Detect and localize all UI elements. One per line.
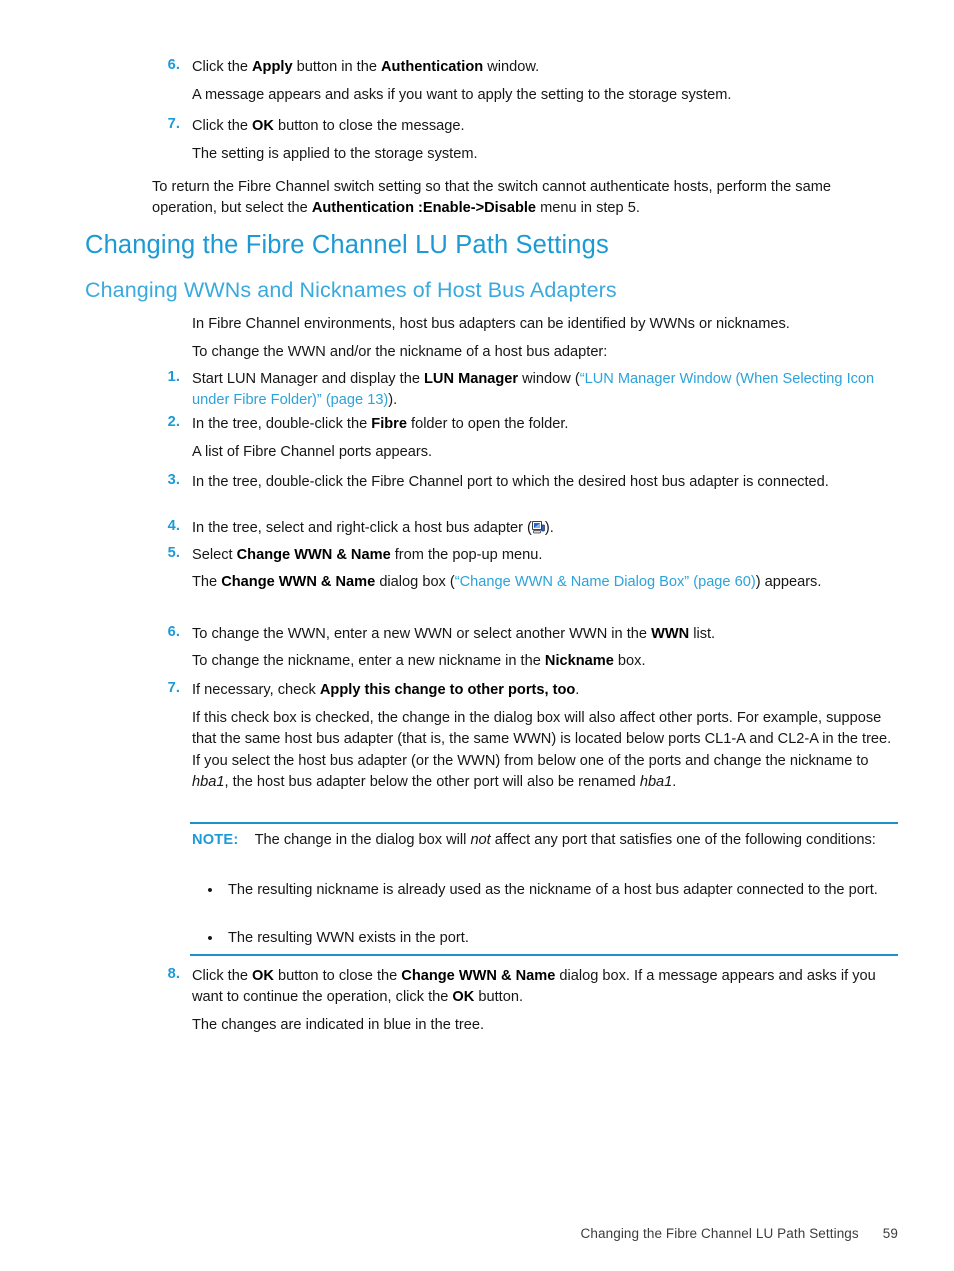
step5-bold-change-wwn-name: Change WWN & Name xyxy=(236,547,391,563)
step7-italic-hba1-second: hba1 xyxy=(639,773,673,790)
list-item-7-top: Click the OK button to close the message… xyxy=(192,116,898,137)
step7-para-b: , the host bus adapter below the other p… xyxy=(224,773,640,790)
step7-result-text: The setting is applied to the storage sy… xyxy=(192,146,478,162)
step5-result-bold: Change WWN & Name xyxy=(221,574,376,590)
step7-para-c: . xyxy=(672,773,677,790)
step8-mid1: button to close the xyxy=(273,968,402,984)
list-number-1: 1. xyxy=(167,369,180,385)
step6-text-part3: window. xyxy=(483,59,540,75)
note-label: NOTE: xyxy=(192,832,239,848)
bullet-icon: • xyxy=(207,882,213,899)
step6-text-part2: button in the xyxy=(292,59,382,75)
step1-post: ). xyxy=(388,392,398,409)
step7b-bold-apply-change: Apply this change to other ports, too xyxy=(319,682,576,698)
lead-paragraph-2: To change the WWN and/or the nickname of… xyxy=(192,344,608,360)
intro-part2: menu in step 5. xyxy=(536,200,640,217)
cross-reference-link-change-wwn-name-dialog[interactable]: “Change WWN & Name Dialog Box” (page 60) xyxy=(455,574,756,590)
note-bullet-text-1: The resulting nickname is already used a… xyxy=(228,882,878,898)
list-number-2: 2. xyxy=(167,414,180,430)
step5-result-post: ) appears. xyxy=(755,574,822,590)
list-item: • The resulting nickname is already used… xyxy=(192,880,898,901)
step6-result-text: A message appears and asks if you want t… xyxy=(192,87,732,103)
step4-pre: In the tree, select and right-click a ho… xyxy=(192,520,532,536)
list-item-2: In the tree, double-click the Fibre fold… xyxy=(192,414,898,435)
list-item-6-top: Click the Apply button in the Authentica… xyxy=(192,57,898,78)
footer-chapter-title: Changing the Fibre Channel LU Path Setti… xyxy=(580,1226,859,1241)
list-item-8: Click the OK button to close the Change … xyxy=(192,966,898,1009)
list-number-4: 4. xyxy=(167,518,180,534)
note-bottom-rule xyxy=(190,954,898,956)
list-item-3: In the tree, double-click the Fibre Chan… xyxy=(192,474,829,490)
step7b-pre: If necessary, check xyxy=(192,682,320,698)
step6-text-part1: Click the xyxy=(192,59,253,75)
step4-post: ). xyxy=(544,520,554,536)
lead-paragraph-1: In Fibre Channel environments, host bus … xyxy=(192,316,790,332)
page-heading-2: Changing WWNs and Nicknames of Host Bus … xyxy=(85,278,617,302)
list-item: • The resulting WWN exists in the port. xyxy=(192,928,898,949)
document-page: 6. Click the Apply button in the Authent… xyxy=(0,0,954,1271)
list-item-4: In the tree, select and right-click a ho… xyxy=(192,518,898,539)
list-item-7: If necessary, check Apply this change to… xyxy=(192,680,898,701)
list-number-6: 6. xyxy=(167,624,180,640)
bullet-icon: • xyxy=(207,930,213,947)
step8-pre: Click the xyxy=(192,968,253,984)
step1-pre: Start LUN Manager and display the xyxy=(192,371,425,387)
step7-para-a: If this check box is checked, the change… xyxy=(192,710,892,769)
step6b-bold-nickname: Nickname xyxy=(544,653,614,669)
step6b-result-pre: To change the nickname, enter a new nick… xyxy=(192,653,545,669)
page-heading-1: Changing the Fibre Channel LU Path Setti… xyxy=(85,231,609,259)
list-item-1: Start LUN Manager and display the LUN Ma… xyxy=(192,369,898,412)
step6-result: To change the nickname, enter a new nick… xyxy=(192,651,898,672)
step8-bold-change-wwn-name: Change WWN & Name xyxy=(401,968,556,984)
step7b-post: . xyxy=(575,682,580,698)
list-number-5: 5. xyxy=(167,545,180,561)
step5-result: The Change WWN & Name dialog box (“Chang… xyxy=(192,572,898,593)
step1-mid: window ( xyxy=(518,371,580,387)
step6-bold-apply: Apply xyxy=(252,59,293,75)
note-bullet-text-2: The resulting WWN exists in the port. xyxy=(228,930,469,946)
step8-bold-ok-second: OK xyxy=(452,989,475,1006)
note-italic-not: not xyxy=(470,832,491,848)
note-body-post: affect any port that satisfies one of th… xyxy=(490,832,876,848)
step1-bold-lun-manager: LUN Manager xyxy=(424,371,519,387)
list-number-7: 7. xyxy=(167,680,180,696)
step5-result-mid: dialog box ( xyxy=(375,574,455,590)
list-number-6-top: 6. xyxy=(167,57,180,73)
list-number-8: 8. xyxy=(167,966,180,982)
note-top-rule xyxy=(190,822,898,824)
step6b-result-post: box. xyxy=(613,653,646,669)
note-body: NOTE: The change in the dialog box will … xyxy=(192,830,898,851)
step7-italic-hba1-first: hba1 xyxy=(192,773,225,790)
step8-result-text: The changes are indicated in blue in the… xyxy=(192,1017,485,1033)
footer-page-number: 59 xyxy=(882,1226,898,1241)
step6b-post: list. xyxy=(689,626,716,642)
step2-pre: In the tree, double-click the xyxy=(192,416,372,432)
list-number-7-top: 7. xyxy=(167,116,180,132)
step2-bold-fibre: Fibre xyxy=(371,416,407,432)
step7-bold-ok: OK xyxy=(252,118,274,134)
note-body-pre: The change in the dialog box will xyxy=(254,832,471,848)
step8-post: button. xyxy=(474,989,523,1006)
step7-text-part2: button to close the message. xyxy=(273,118,465,134)
step6b-bold-wwn: WWN xyxy=(651,626,690,642)
step6b-pre: To change the WWN, enter a new WWN or se… xyxy=(192,626,652,642)
intro-bold-menu: Authentication :Enable->Disable xyxy=(311,200,537,217)
step2-result-text: A list of Fibre Channel ports appears. xyxy=(192,444,433,460)
step5-result-pre: The xyxy=(192,574,222,590)
step2-post: folder to open the folder. xyxy=(406,416,569,432)
list-item-5: Select Change WWN & Name from the pop-up… xyxy=(192,545,898,566)
page-footer: Changing the Fibre Channel LU Path Setti… xyxy=(0,1226,898,1241)
step5-post: from the pop-up menu. xyxy=(390,547,543,563)
step5-pre: Select xyxy=(192,547,237,563)
step8-bold-ok-first: OK xyxy=(252,968,274,984)
list-number-3: 3. xyxy=(167,472,180,488)
step7-explanation-paragraph: If this check box is checked, the change… xyxy=(192,708,898,793)
intro-paragraph: To return the Fibre Channel switch setti… xyxy=(152,177,898,220)
step7-text-part1: Click the xyxy=(192,118,253,134)
step6-bold-authentication: Authentication xyxy=(381,59,484,75)
host-bus-adapter-icon xyxy=(531,520,545,534)
list-item-6: To change the WWN, enter a new WWN or se… xyxy=(192,624,898,645)
